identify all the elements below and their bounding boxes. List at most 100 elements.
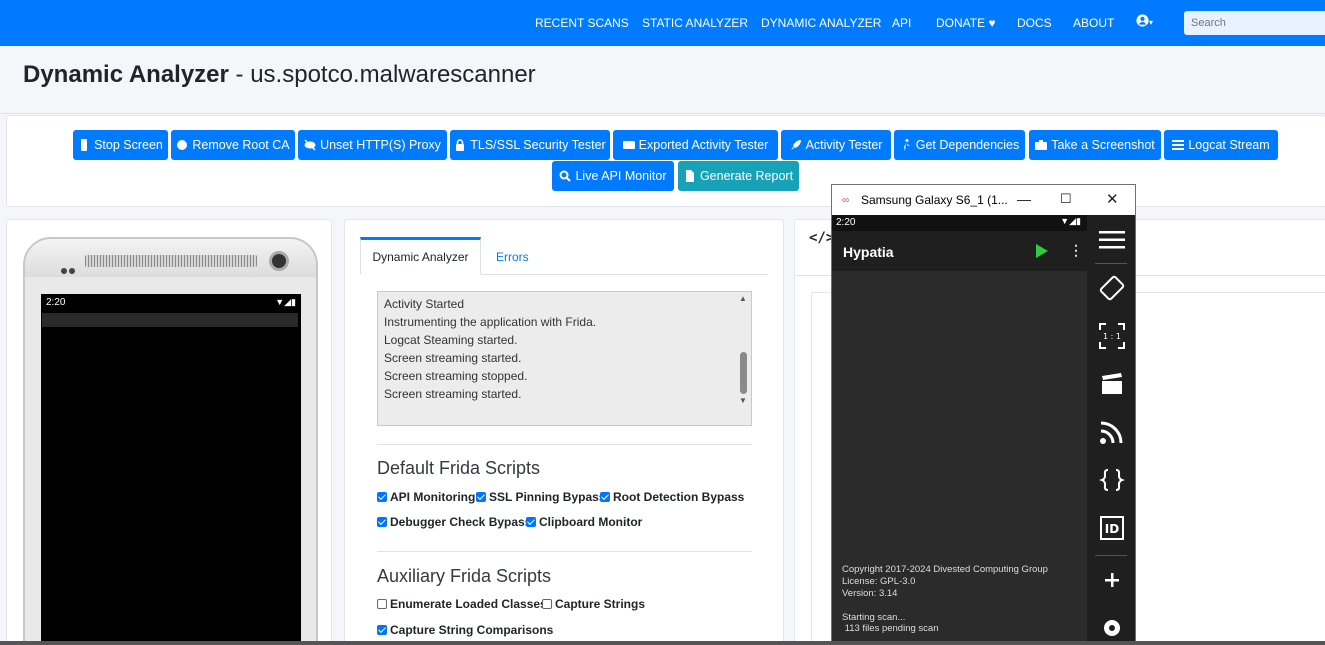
close-icon[interactable]: ✕ bbox=[1106, 190, 1119, 208]
menu-icon[interactable] bbox=[1099, 227, 1125, 253]
activity-tester-button[interactable]: Activity Tester bbox=[781, 130, 891, 160]
walking-icon bbox=[902, 139, 910, 151]
analyzer-tabs: Dynamic Analyzer Errors bbox=[360, 237, 768, 275]
file-icon bbox=[685, 170, 694, 182]
checkbox-label: Root Detection Bypass bbox=[613, 490, 745, 504]
button-label: Remove Root CA bbox=[192, 138, 290, 152]
divider bbox=[1095, 263, 1127, 264]
pending-files-text: 113 files pending scan bbox=[842, 623, 939, 634]
nav-recent-scans[interactable]: RECENT SCANS bbox=[535, 16, 629, 30]
rocket-icon bbox=[790, 140, 801, 150]
device-screen-stream[interactable] bbox=[41, 294, 301, 645]
log-line: Screen streaming started. bbox=[384, 351, 522, 365]
analyzer-card: Dynamic Analyzer Errors ... Activity Sta… bbox=[344, 219, 784, 645]
checkbox-root-detection[interactable]: Root Detection Bypass bbox=[600, 490, 744, 504]
top-navbar: RECENT SCANS STATIC ANALYZER DYNAMIC ANA… bbox=[0, 0, 1325, 46]
log-line: Activity Started bbox=[384, 297, 465, 311]
search-input[interactable] bbox=[1184, 11, 1325, 35]
log-scrollbar[interactable]: ▲ ▼ bbox=[736, 292, 751, 425]
button-label: Logcat Stream bbox=[1188, 138, 1270, 152]
scroll-down-icon[interactable]: ▼ bbox=[739, 396, 747, 405]
cast-icon[interactable] bbox=[1099, 419, 1125, 445]
phone-sensors bbox=[61, 261, 77, 274]
window-titlebar[interactable]: ∞ Samsung Galaxy S6_1 (1... — ☐ ✕ bbox=[832, 185, 1135, 215]
checkbox[interactable] bbox=[600, 492, 610, 502]
nav-donate[interactable]: DONATE ♥ bbox=[936, 16, 996, 30]
tls-ssl-tester-button[interactable]: TLS/SSL Security Tester bbox=[450, 130, 610, 160]
button-label: Unset HTTP(S) Proxy bbox=[320, 138, 441, 152]
exported-activity-tester-button[interactable]: Exported Activity Tester bbox=[613, 130, 778, 160]
nav-api[interactable]: API bbox=[892, 16, 911, 30]
divider bbox=[377, 551, 752, 552]
log-line: Screen streaming started. bbox=[384, 387, 522, 401]
checkbox-enumerate-classes[interactable]: Enumerate Loaded Classes bbox=[377, 597, 547, 611]
scale-1to1-icon[interactable]: 1 : 1 bbox=[1099, 323, 1125, 349]
mobile-icon bbox=[81, 139, 88, 151]
braces-icon[interactable] bbox=[1099, 467, 1125, 493]
generate-report-button[interactable]: Generate Report bbox=[678, 161, 799, 191]
page-title-package: - us.spotco.malwarescanner bbox=[228, 61, 536, 88]
settings-icon[interactable] bbox=[1099, 615, 1125, 641]
get-dependencies-button[interactable]: Get Dependencies bbox=[894, 130, 1025, 160]
log-line: Instrumenting the application with Frida… bbox=[384, 315, 597, 329]
unset-proxy-button[interactable]: Unset HTTP(S) Proxy bbox=[298, 130, 447, 160]
checkbox[interactable] bbox=[377, 599, 387, 609]
checkbox-capture-string-comparisons[interactable]: Capture String Comparisons bbox=[377, 623, 553, 637]
nav-docs[interactable]: DOCS bbox=[1017, 16, 1052, 30]
checkbox[interactable] bbox=[542, 599, 552, 609]
aux-scripts-heading: Auxiliary Frida Scripts bbox=[377, 566, 552, 586]
more-vert-icon[interactable]: ⋮ bbox=[1069, 242, 1083, 259]
stream-icon bbox=[1172, 140, 1185, 150]
minimize-icon[interactable]: — bbox=[1017, 191, 1031, 207]
nav-static-analyzer[interactable]: STATIC ANALYZER bbox=[642, 16, 748, 30]
scroll-thumb[interactable] bbox=[740, 352, 747, 394]
maximize-icon[interactable]: ☐ bbox=[1060, 191, 1072, 207]
checkbox-label: SSL Pinning Bypass bbox=[489, 490, 606, 504]
stop-screen-button[interactable]: Stop Screen bbox=[73, 130, 168, 160]
checkbox-api-monitoring[interactable]: API Monitoring bbox=[377, 490, 475, 504]
button-label: Take a Screenshot bbox=[1051, 138, 1155, 152]
window-title: Samsung Galaxy S6_1 (1... bbox=[861, 193, 1008, 207]
scale-label: 1 : 1 bbox=[1103, 332, 1121, 341]
checkbox[interactable] bbox=[526, 517, 536, 527]
divider bbox=[377, 444, 752, 445]
log-line-partial: ... bbox=[384, 292, 394, 294]
nav-about[interactable]: ABOUT bbox=[1073, 16, 1114, 30]
checkbox[interactable] bbox=[377, 492, 387, 502]
screen-record-icon[interactable] bbox=[1099, 371, 1125, 397]
play-icon[interactable] bbox=[1036, 244, 1048, 258]
phone-time: 2:20 bbox=[46, 297, 66, 308]
checkbox-label: API Monitoring bbox=[390, 490, 476, 504]
signal-icons: ▼◢▮ bbox=[1060, 216, 1081, 226]
nav-dynamic-analyzer[interactable]: DYNAMIC ANALYZER bbox=[761, 16, 881, 30]
mirror-sidebar: 1 : 1 ID bbox=[1087, 215, 1135, 645]
rotate-icon[interactable] bbox=[1099, 275, 1125, 301]
remove-root-ca-button[interactable]: Remove Root CA bbox=[171, 130, 295, 160]
user-menu-icon[interactable]: ▾ bbox=[1136, 14, 1153, 30]
checkbox[interactable] bbox=[476, 492, 486, 502]
checkbox-ssl-pinning[interactable]: SSL Pinning Bypass bbox=[476, 490, 605, 504]
id-icon[interactable]: ID bbox=[1099, 515, 1125, 541]
scroll-up-icon[interactable]: ▲ bbox=[739, 294, 747, 303]
log-textarea[interactable]: ... Activity Started Instrumenting the a… bbox=[377, 291, 752, 426]
checkbox[interactable] bbox=[377, 517, 387, 527]
tab-errors[interactable]: Errors bbox=[496, 250, 529, 264]
button-label: Stop Screen bbox=[94, 138, 163, 152]
logcat-stream-button[interactable]: Logcat Stream bbox=[1164, 130, 1278, 160]
live-api-monitor-button[interactable]: Live API Monitor bbox=[552, 161, 674, 191]
checkbox[interactable] bbox=[377, 625, 387, 635]
checkbox-clipboard-monitor[interactable]: Clipboard Monitor bbox=[526, 515, 642, 529]
checkbox-debugger-check[interactable]: Debugger Check Bypass bbox=[377, 515, 531, 529]
log-line: Screen streaming stopped. bbox=[384, 369, 528, 383]
button-label: Exported Activity Tester bbox=[638, 138, 769, 152]
version-text: Version: 3.14 bbox=[842, 588, 898, 599]
take-screenshot-button[interactable]: Take a Screenshot bbox=[1029, 130, 1161, 160]
search-icon bbox=[559, 170, 572, 182]
device-screen[interactable]: 2:20 ▼◢▮ Hypatia ⋮ Copyright 2017-2024 D… bbox=[832, 215, 1087, 645]
camera-icon bbox=[1035, 140, 1048, 150]
cert-icon bbox=[177, 140, 188, 150]
checkbox-capture-strings[interactable]: Capture Strings bbox=[542, 597, 645, 611]
plus-icon[interactable] bbox=[1099, 567, 1125, 593]
tab-dynamic-analyzer[interactable]: Dynamic Analyzer bbox=[360, 237, 481, 275]
chevron-down-icon: ▾ bbox=[1149, 18, 1154, 27]
